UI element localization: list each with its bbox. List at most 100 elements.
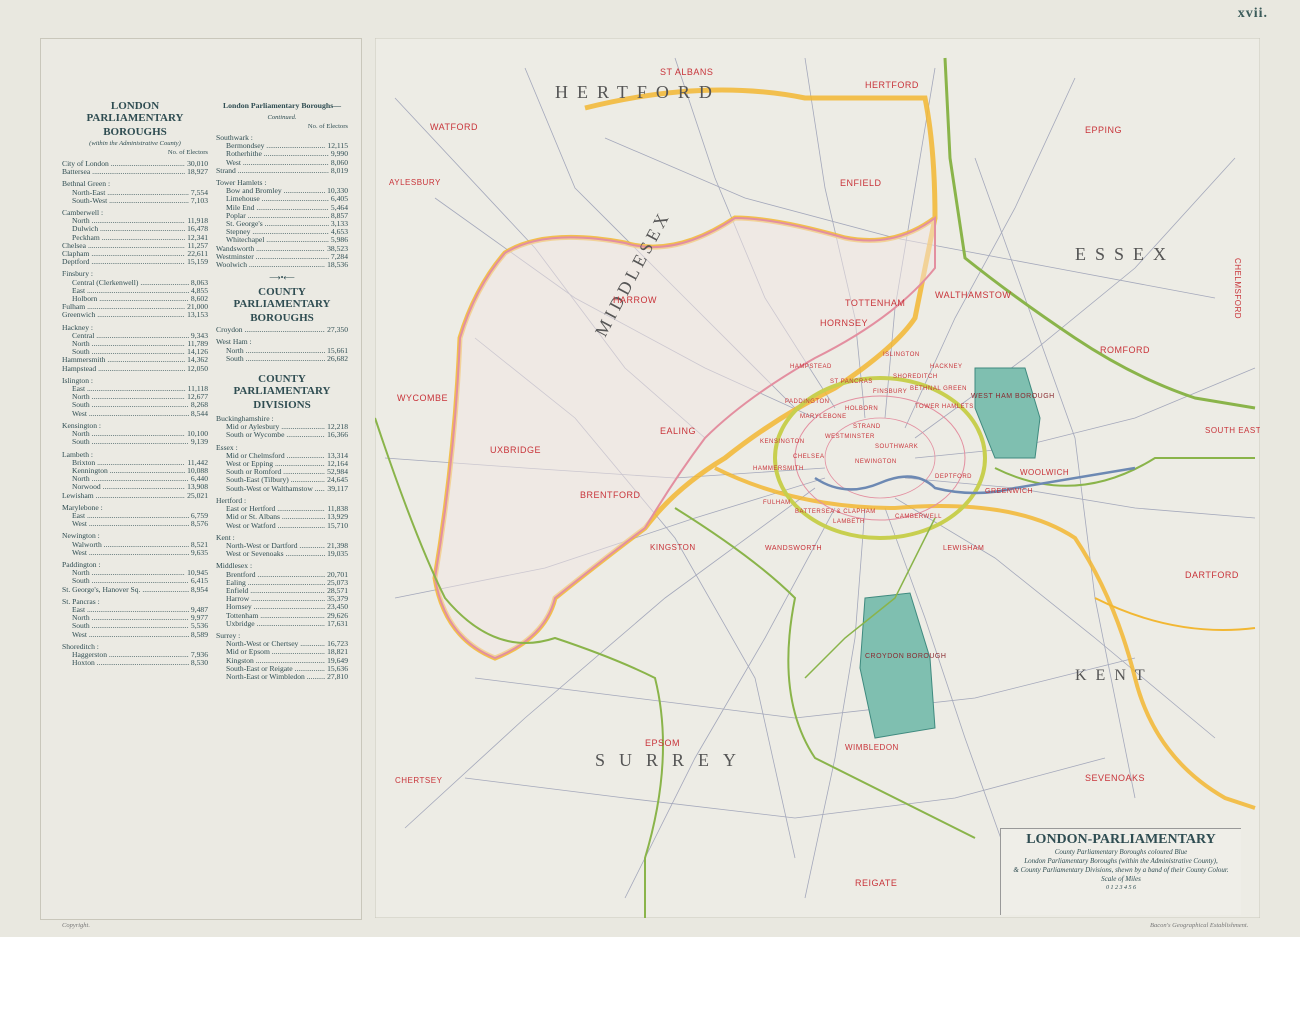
electors-count: 15,159 bbox=[187, 257, 208, 267]
constituency-name: North bbox=[72, 217, 185, 225]
constituency-name: Strand bbox=[216, 167, 329, 175]
borough-group-heading: Bethnal Green : bbox=[62, 179, 111, 189]
division-label: BRENTFORD bbox=[580, 490, 641, 500]
section-title: London Parliamentary Boroughs— bbox=[222, 101, 342, 110]
division-label: BETHNAL GREEN bbox=[910, 386, 967, 392]
electors-row: East11,118 bbox=[62, 384, 208, 393]
constituency-name: Hornsey bbox=[226, 603, 325, 611]
constituency-name: Clapham bbox=[62, 250, 185, 258]
constituency-name: West bbox=[72, 549, 189, 557]
electors-row: Battersea18,927 bbox=[62, 167, 208, 176]
constituency-name: North bbox=[72, 430, 185, 438]
electors-row: South8,268 bbox=[62, 401, 208, 409]
constituency-name: Chelsea bbox=[62, 242, 185, 250]
electors-row: South-West or Walthamstow39,117 bbox=[216, 483, 348, 493]
constituency-name: Ealing bbox=[226, 579, 325, 587]
division-label: DEPTFORD bbox=[935, 474, 972, 480]
constituency-name: Central bbox=[72, 332, 189, 340]
electors-count: 39,117 bbox=[327, 483, 348, 493]
electors-row: Central (Clerkenwell)8,063 bbox=[62, 278, 208, 287]
division-label: DARTFORD bbox=[1185, 570, 1239, 580]
electors-row: South14,126 bbox=[62, 348, 208, 356]
division-label: WALTHAMSTOW bbox=[935, 290, 1011, 300]
division-label: LEWISHAM bbox=[943, 545, 984, 552]
electors-row: North12,677 bbox=[62, 393, 208, 401]
electors-row: West8,576 bbox=[62, 519, 208, 528]
division-label: HAMMERSMITH bbox=[753, 466, 804, 472]
constituency-name: Mid or Epsom bbox=[226, 648, 325, 656]
constituency-name: Mid or Chelmsford bbox=[226, 452, 325, 460]
electors-count: 19,035 bbox=[327, 549, 348, 559]
division-label: ST PANCRAS bbox=[830, 379, 873, 385]
constituency-name: Croydon bbox=[216, 326, 325, 334]
electors-row: South5,536 bbox=[62, 622, 208, 630]
borough-group-heading: Hackney : bbox=[62, 322, 93, 332]
electors-count: 8,530 bbox=[190, 658, 208, 668]
electors-row: West8,060 bbox=[216, 158, 348, 167]
electors-row: East6,759 bbox=[62, 511, 208, 520]
constituency-name: North-West or Chertsey bbox=[226, 640, 325, 648]
constituency-name: Dulwich bbox=[72, 225, 185, 233]
constituency-name: Stepney bbox=[226, 228, 329, 236]
division-label: PADDINGTON bbox=[785, 399, 829, 405]
electors-row: Poplar8,857 bbox=[216, 211, 348, 220]
constituency-name: Holborn bbox=[72, 295, 189, 303]
electors-row: North6,440 bbox=[62, 474, 208, 483]
constituency-name: Lewisham bbox=[62, 492, 185, 500]
electors-row: North11,789 bbox=[62, 339, 208, 348]
constituency-name: Peckham bbox=[72, 234, 185, 242]
division-label: HORNSEY bbox=[820, 318, 868, 328]
constituency-name: South or Wycombe bbox=[226, 431, 325, 439]
legend-line: & County Parliamentary Divisions, shewn … bbox=[1013, 866, 1229, 874]
electors-row: Bow and Bromley10,330 bbox=[216, 187, 348, 195]
constituency-name: Bermondsey bbox=[226, 142, 325, 150]
constituency-name: Rotherhithe bbox=[226, 150, 329, 158]
electors-row: Croydon27,350 bbox=[216, 326, 348, 334]
electors-row: St. George's3,133 bbox=[216, 219, 348, 228]
division-label: CHELSEA bbox=[793, 454, 825, 460]
constituency-name: North bbox=[72, 475, 189, 483]
division-label: WEST HAM BOROUGH bbox=[971, 393, 1055, 400]
constituency-name: Brentford bbox=[226, 571, 325, 579]
constituency-name: West bbox=[72, 631, 189, 639]
electors-row: Limehouse6,405 bbox=[216, 195, 348, 203]
division-label: CROYDON BOROUGH bbox=[865, 653, 946, 660]
constituency-name: South bbox=[72, 438, 189, 446]
london-map: HERTFORDESSEXMIDDLESEXSURREYKENTST ALBAN… bbox=[375, 38, 1260, 918]
section-title: BOROUGHS bbox=[103, 126, 167, 138]
division-label: EPSOM bbox=[645, 738, 680, 748]
constituency-name: Mile End bbox=[226, 204, 329, 212]
borough-list: City of London30,010Battersea18,927 Bethn… bbox=[62, 159, 208, 668]
electors-row: Lewisham25,021 bbox=[62, 491, 208, 500]
constituency-name: Central (Clerkenwell) bbox=[72, 279, 189, 287]
borough-group-heading: Shoreditch : bbox=[62, 641, 99, 651]
division-label: SOUTHWARK bbox=[875, 444, 918, 450]
borough-group-heading: Finsbury : bbox=[62, 269, 94, 279]
electors-row: West or Watford15,710 bbox=[216, 521, 348, 530]
electors-count: 27,810 bbox=[327, 671, 348, 681]
electors-row: City of London30,010 bbox=[62, 159, 208, 168]
division-label: KENSINGTON bbox=[760, 439, 805, 445]
constituency-name: City of London bbox=[62, 160, 185, 168]
constituency-name: St. George's bbox=[226, 220, 329, 228]
division-label: CAMBERWELL bbox=[895, 514, 942, 520]
electors-row: Wandsworth38,523 bbox=[216, 244, 348, 253]
page-number: xvii. bbox=[1237, 6, 1268, 21]
electors-row: Holborn8,602 bbox=[62, 294, 208, 303]
constituency-name: South-West or Walthamstow bbox=[226, 485, 325, 493]
county-label: KENT bbox=[1075, 667, 1154, 684]
constituency-name: South-East or Reigate bbox=[226, 665, 325, 673]
division-label: BATTERSEA & CLAPHAM bbox=[795, 509, 876, 515]
electors-column-2: London Parliamentary Boroughs— Continued… bbox=[216, 98, 348, 681]
division-label: HARROW bbox=[613, 295, 657, 305]
division-label: WYCOMBE bbox=[397, 393, 448, 403]
electors-row: Hammersmith14,362 bbox=[62, 356, 208, 364]
constituency-name: East bbox=[72, 385, 186, 393]
constituency-name: Harrow bbox=[226, 595, 325, 603]
constituency-name: Tottenham bbox=[226, 612, 325, 620]
electors-count: 12,050 bbox=[187, 363, 208, 373]
electors-row: Bermondsey12,115 bbox=[216, 141, 348, 150]
division-label: AYLESBURY bbox=[389, 178, 441, 187]
legend-line: County Parliamentary Boroughs coloured B… bbox=[1054, 848, 1188, 856]
division-label: EALING bbox=[660, 426, 696, 436]
